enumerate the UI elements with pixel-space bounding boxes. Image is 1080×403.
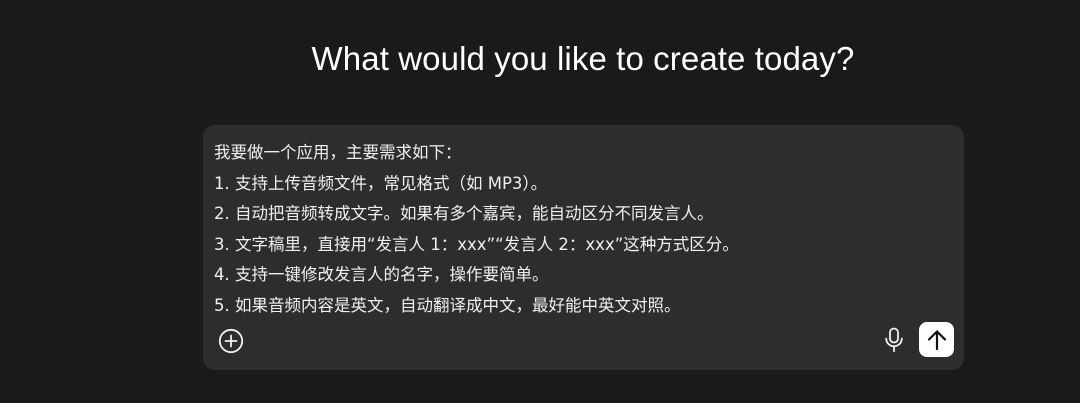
prompt-line: 3. 文字稿里，直接用“发言人 1：xxx”“发言人 2：xxx”这种方式区分。	[214, 234, 739, 254]
send-button[interactable]	[919, 322, 954, 357]
prompt-line: 4. 支持一键修改发言人的名字，操作要简单。	[214, 265, 549, 284]
arrow-up-icon	[926, 329, 948, 351]
add-attachment-button[interactable]	[217, 327, 244, 354]
microphone-icon	[883, 327, 905, 353]
prompt-line: 2. 自动把音频转成文字。如果有多个嘉宾，能自动区分不同发言人。	[214, 204, 714, 223]
prompt-text[interactable]: 我要做一个应用，主要需求如下： 1. 支持上传音频文件，常见格式（如 MP3）。…	[214, 138, 950, 321]
prompt-line: 5. 如果音频内容是英文，自动翻译成中文，最好能中英文对照。	[214, 295, 681, 315]
plus-circle-icon	[218, 328, 244, 354]
prompt-line: 我要做一个应用，主要需求如下：	[214, 143, 462, 162]
prompt-composer[interactable]: 我要做一个应用，主要需求如下： 1. 支持上传音频文件，常见格式（如 MP3）。…	[203, 125, 964, 370]
voice-input-button[interactable]	[881, 326, 907, 354]
prompt-line: 1. 支持上传音频文件，常见格式（如 MP3）。	[214, 173, 548, 193]
page-heading: What would you like to create today?	[311, 40, 855, 77]
